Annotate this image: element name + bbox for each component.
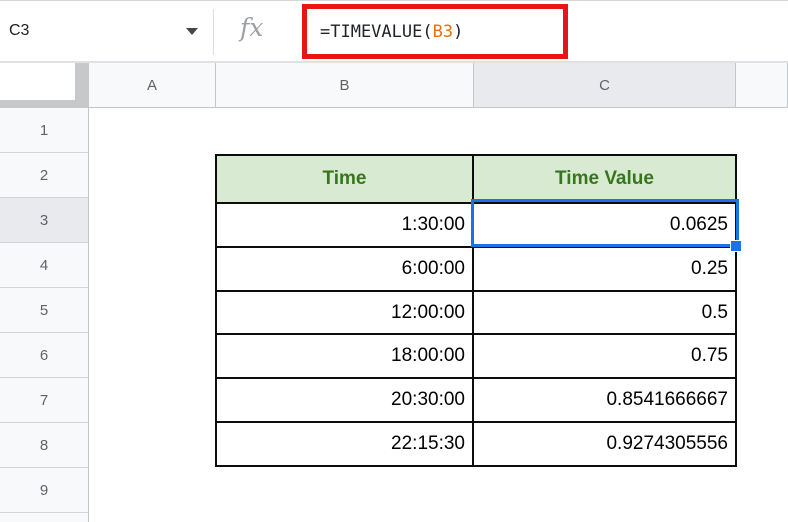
name-box-value: C3 xyxy=(9,22,30,39)
chevron-down-icon[interactable] xyxy=(186,28,198,35)
row-header-9[interactable]: 9 xyxy=(0,468,88,513)
row-header-7[interactable]: 7 xyxy=(0,378,88,423)
toolbar-divider xyxy=(213,9,214,55)
cell-b7[interactable]: 20:30:00 xyxy=(217,379,472,422)
row-header-5[interactable]: 5 xyxy=(0,288,88,333)
cell-c5[interactable]: 0.5 xyxy=(474,291,735,334)
select-all-corner[interactable] xyxy=(0,63,89,108)
row-header-10-partial[interactable] xyxy=(0,513,88,522)
corner-shade-horizontal xyxy=(0,100,89,107)
cell-b5[interactable]: 12:00:00 xyxy=(217,291,472,334)
row-header-4[interactable]: 4 xyxy=(0,243,88,288)
column-header-b[interactable]: B xyxy=(216,63,474,108)
row-header-3[interactable]: 3 xyxy=(0,198,88,243)
column-header-c[interactable]: C xyxy=(474,63,736,108)
formula-input[interactable]: =TIMEVALUE(B3) xyxy=(307,22,463,42)
name-box[interactable]: C3 xyxy=(0,1,212,61)
cell-c3-selected[interactable]: 0.0625 xyxy=(474,204,735,246)
column-header-a[interactable]: A xyxy=(89,63,216,108)
formula-cell-reference: B3 xyxy=(432,21,454,42)
table-header-time-value[interactable]: Time Value xyxy=(474,156,735,202)
cell-b4[interactable]: 6:00:00 xyxy=(217,247,472,290)
spreadsheet-app: C3 fx =TIMEVALUE(B3) A B C 1 2 3 4 5 6 7… xyxy=(0,0,788,522)
cell-b6[interactable]: 18:00:00 xyxy=(217,335,472,378)
formula-close-paren: ) xyxy=(453,21,464,42)
cell-c7[interactable]: 0.8541666667 xyxy=(474,379,735,422)
row-header-2[interactable]: 2 xyxy=(0,153,88,198)
data-table: Time Time Value 1:30:00 0.0625 6:00:00 0… xyxy=(215,154,737,467)
table-header-time[interactable]: Time xyxy=(217,156,472,202)
row-header-8[interactable]: 8 xyxy=(0,423,88,468)
row-header-1[interactable]: 1 xyxy=(0,108,88,153)
cell-c8[interactable]: 0.9274305556 xyxy=(474,423,735,465)
column-header-d-partial[interactable] xyxy=(736,63,788,108)
formula-function-text: =TIMEVALUE( xyxy=(320,21,433,42)
formula-toolbar: C3 fx =TIMEVALUE(B3) xyxy=(0,0,788,63)
row-header-column: 1 2 3 4 5 6 7 8 9 xyxy=(0,108,89,522)
cell-b3[interactable]: 1:30:00 xyxy=(217,204,472,246)
fx-icon: fx xyxy=(240,13,264,42)
cell-b8[interactable]: 22:15:30 xyxy=(217,423,472,465)
formula-highlight-box: =TIMEVALUE(B3) xyxy=(302,4,568,59)
row-header-6[interactable]: 6 xyxy=(0,333,88,378)
column-header-row: A B C xyxy=(0,63,788,108)
cell-c6[interactable]: 0.75 xyxy=(474,335,735,378)
fill-handle[interactable] xyxy=(730,240,742,252)
cell-c4[interactable]: 0.25 xyxy=(474,247,735,290)
